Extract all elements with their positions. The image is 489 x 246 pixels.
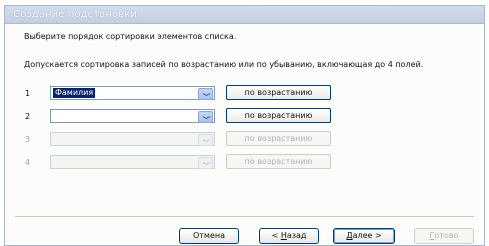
chevron-down-icon[interactable]: ❯ [198, 134, 213, 146]
sort-row-1: 1 Фамилия ❯ по возрастанию [21, 85, 341, 102]
sort-row-4: 4 ❯ по возрастанию [21, 154, 341, 171]
chevron-down-icon[interactable]: ❯ [198, 88, 213, 100]
back-button-prefix: < [271, 231, 281, 240]
sort-row-2: 2 ❯ по возрастанию [21, 108, 341, 125]
finish-button[interactable]: Готово [414, 228, 474, 244]
sort-field-combo-3[interactable]: ❯ [50, 132, 215, 146]
next-button-label: алее [352, 231, 373, 240]
sort-row-number: 4 [25, 158, 31, 167]
sort-order-button-2[interactable]: по возрастанию [226, 108, 331, 123]
sort-row-3: 3 ❯ по возрастанию [21, 131, 341, 148]
sort-field-combo-4[interactable]: ❯ [50, 155, 215, 169]
title-bar: Создание подстановки [5, 6, 484, 24]
instruction-text-1: Выберите порядок сортировки элементов сп… [24, 32, 237, 41]
instruction-text-2: Допускается сортировка записей по возрас… [24, 60, 424, 69]
footer-divider [15, 216, 474, 217]
next-button-suffix: > [372, 231, 382, 240]
chevron-down-icon[interactable]: ❯ [198, 157, 213, 169]
sort-row-number: 2 [25, 112, 31, 121]
sort-order-button-4[interactable]: по возрастанию [226, 154, 331, 169]
back-button-label: азад [286, 231, 307, 240]
lookup-wizard-dialog: Создание подстановки Выберите порядок со… [4, 5, 485, 246]
sort-row-number: 3 [25, 135, 31, 144]
sort-field-combo-1[interactable]: Фамилия ❯ [50, 86, 215, 100]
next-button[interactable]: Далее > [333, 228, 395, 244]
window-title: Создание подстановки [13, 9, 137, 20]
finish-button-label: отово [434, 231, 459, 240]
sort-field-combo-2[interactable]: ❯ [50, 109, 215, 123]
back-button[interactable]: < Назад [259, 228, 319, 244]
sort-field-value: Фамилия [53, 88, 96, 98]
cancel-button[interactable]: Отмена [179, 228, 239, 244]
sort-row-number: 1 [25, 89, 31, 98]
sort-order-button-3[interactable]: по возрастанию [226, 131, 331, 146]
sort-order-button-1[interactable]: по возрастанию [226, 85, 331, 100]
chevron-down-icon[interactable]: ❯ [198, 111, 213, 123]
